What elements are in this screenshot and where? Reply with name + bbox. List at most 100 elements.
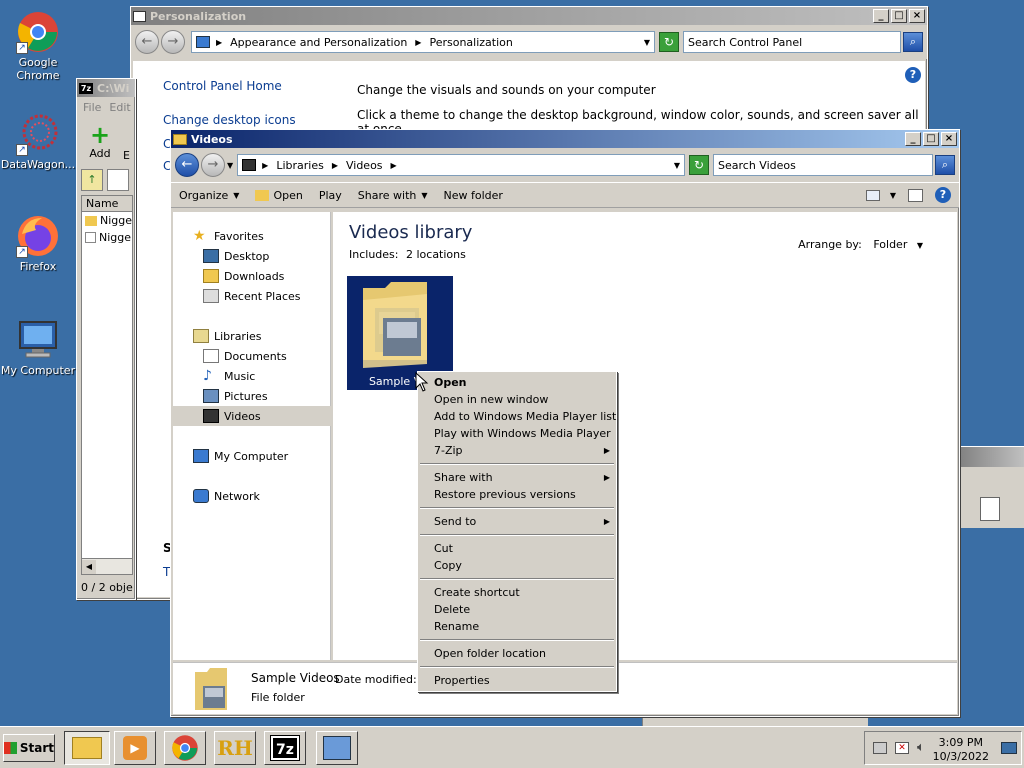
menu-item-rename[interactable]: Rename (418, 618, 616, 635)
windows-logo-icon (4, 742, 17, 754)
paste-icon[interactable] (980, 497, 1000, 521)
maximize-button[interactable]: □ (923, 132, 939, 146)
menu-item-7zip[interactable]: 7-Zip ▶ (418, 442, 616, 459)
menu-edit[interactable]: Edit (109, 101, 130, 114)
chevron-down-icon[interactable]: ▼ (674, 161, 680, 170)
shortcut-arrow-icon: ↗ (16, 144, 28, 156)
menu-item-create-shortcut[interactable]: Create shortcut (418, 584, 616, 601)
list-item[interactable]: Nigge (82, 212, 132, 229)
breadcrumb-segment[interactable]: Personalization (429, 36, 512, 49)
locations-link[interactable]: 2 locations (406, 248, 466, 261)
list-item[interactable]: Nigge (82, 229, 132, 246)
network-tray-icon[interactable] (873, 742, 887, 754)
taskbar-explorer[interactable] (64, 731, 110, 765)
breadcrumb-segment[interactable]: Appearance and Personalization (230, 36, 407, 49)
search-icon[interactable]: ⌕ (903, 32, 923, 52)
address-bar[interactable]: ▶ Libraries ▶ Videos ▶ ▼ (237, 154, 685, 176)
share-with-button[interactable]: Share with ▼ (358, 189, 428, 202)
minimize-button[interactable]: _ (905, 132, 921, 146)
nav-libraries[interactable]: Libraries (193, 326, 262, 346)
taskbar-7zip[interactable]: 7z (264, 731, 306, 765)
taskbar-resource-hacker[interactable]: RH (214, 731, 256, 765)
play-button[interactable]: Play (319, 189, 342, 202)
menu-item-open-folder-location[interactable]: Open folder location (418, 645, 616, 662)
desktop-icon-my-computer[interactable]: My Computer (0, 318, 78, 377)
desktop-icon-firefox[interactable]: ↗ Firefox (0, 214, 78, 273)
search-input[interactable]: Search Control Panel (683, 31, 901, 53)
chevron-down-icon[interactable]: ▼ (890, 191, 896, 200)
nav-favorites[interactable]: ★ Favorites (193, 226, 264, 246)
menu-item-copy[interactable]: Copy (418, 557, 616, 574)
help-icon[interactable]: ? (905, 67, 921, 83)
nav-downloads[interactable]: Downloads (203, 266, 284, 286)
nav-documents[interactable]: Documents (203, 346, 287, 366)
desktop-icon (203, 249, 219, 263)
volume-icon[interactable]: 🔈︎ (917, 740, 925, 755)
search-icon[interactable]: ⌕ (935, 155, 955, 175)
search-input[interactable]: Search Videos (713, 154, 933, 176)
menu-file[interactable]: File (83, 101, 101, 114)
forward-button[interactable]: → (201, 153, 225, 177)
sevenzip-window[interactable]: 7z C:\Wi File Edit + Add E ↑ Name Nigge … (76, 78, 136, 600)
nav-music[interactable]: ♪ Music (203, 366, 255, 386)
nav-pictures[interactable]: Pictures (203, 386, 268, 406)
menu-item-cut[interactable]: Cut (418, 540, 616, 557)
menu-item-delete[interactable]: Delete (418, 601, 616, 618)
menu-item-add-wmp[interactable]: Add to Windows Media Player list (418, 408, 616, 425)
desktop-icon-chrome[interactable]: ↗ Google Chrome (0, 10, 78, 82)
close-button[interactable]: × (941, 132, 957, 146)
maximize-button[interactable]: □ (891, 9, 907, 23)
desktop-icon-datawagon[interactable]: ↗ DataWagon... (0, 112, 78, 171)
nav-my-computer[interactable]: My Computer (193, 446, 288, 466)
nav-videos[interactable]: Videos (173, 406, 331, 426)
back-button[interactable]: ← (175, 153, 199, 177)
nav-desktop[interactable]: Desktop (203, 246, 269, 266)
nav-network[interactable]: Network (193, 486, 260, 506)
column-header-name[interactable]: Name (82, 196, 132, 212)
back-button[interactable]: ← (135, 30, 159, 54)
menu-item-properties[interactable]: Properties (418, 672, 616, 689)
view-options-icon[interactable] (865, 189, 880, 201)
organize-button[interactable]: Organize ▼ (179, 189, 239, 202)
nav-recent-places[interactable]: Recent Places (203, 286, 301, 306)
menu-item-play-wmp[interactable]: Play with Windows Media Player (418, 425, 616, 442)
refresh-button[interactable]: ↻ (659, 32, 679, 52)
add-button[interactable]: + Add (85, 123, 115, 160)
resource-hacker-icon: RH (217, 736, 253, 760)
sevenzip-titlebar[interactable]: 7z C:\Wi (77, 79, 135, 97)
taskbar-chrome[interactable] (164, 731, 206, 765)
minimize-button[interactable]: _ (873, 9, 889, 23)
folder-up-button[interactable]: ↑ (81, 169, 103, 191)
horizontal-scrollbar[interactable]: ◀ (82, 558, 132, 574)
start-button[interactable]: Start (3, 734, 55, 762)
breadcrumb-segment[interactable]: Videos (346, 159, 383, 172)
address-bar[interactable]: ▶ Appearance and Personalization ▶ Perso… (191, 31, 655, 53)
open-button[interactable]: Open (255, 189, 303, 202)
recent-pages-chevron-icon[interactable]: ▼ (227, 161, 233, 170)
new-folder-button[interactable]: New folder (444, 189, 503, 202)
taskbar-media-player[interactable]: ▶ (114, 731, 156, 765)
personalization-titlebar[interactable]: Personalization _ □ × (131, 7, 927, 25)
clock[interactable]: 3:09 PM 10/3/2022 (933, 736, 989, 764)
refresh-button[interactable]: ↻ (689, 155, 709, 175)
arrange-by[interactable]: Arrange by: Folder ▼ (798, 238, 923, 251)
menu-item-open-new-window[interactable]: Open in new window (418, 391, 616, 408)
forward-button[interactable]: → (161, 30, 185, 54)
menu-item-send-to[interactable]: Send to ▶ (418, 513, 616, 530)
videos-titlebar[interactable]: Videos _ □ × (171, 130, 959, 148)
menu-item-share-with[interactable]: Share with ▶ (418, 469, 616, 486)
change-desktop-icons-link[interactable]: Change desktop icons (163, 113, 296, 127)
scroll-left-icon[interactable]: ◀ (82, 560, 96, 574)
taskbar-control-panel[interactable] (316, 731, 358, 765)
chevron-down-icon[interactable]: ▼ (644, 38, 650, 47)
show-desktop-icon[interactable] (1001, 742, 1017, 754)
menu-item-open[interactable]: Open (418, 374, 616, 391)
security-tray-icon[interactable]: ✕ (895, 742, 909, 754)
help-icon[interactable]: ? (935, 187, 951, 203)
preview-pane-icon[interactable] (908, 188, 923, 202)
menu-item-restore-previous-versions[interactable]: Restore previous versions (418, 486, 616, 503)
close-button[interactable]: × (909, 9, 925, 23)
view-button[interactable] (107, 169, 129, 191)
breadcrumb-segment[interactable]: Libraries (276, 159, 324, 172)
control-panel-home-link[interactable]: Control Panel Home (163, 79, 282, 93)
